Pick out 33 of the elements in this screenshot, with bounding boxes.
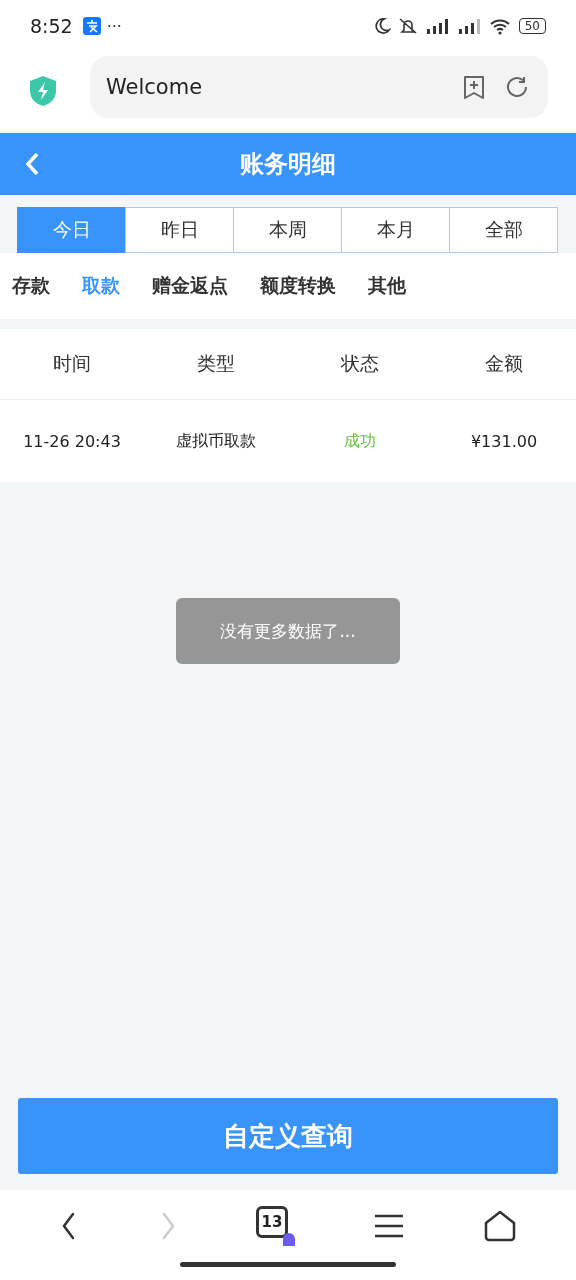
category-tab[interactable]: 赠金返点 — [152, 273, 228, 299]
status-time: 8:52 — [30, 15, 73, 37]
wifi-icon — [488, 17, 511, 35]
table-cell: 虚拟币取款 — [176, 430, 256, 452]
column-header: 金额 — [485, 351, 523, 376]
menu-icon[interactable] — [374, 1213, 405, 1239]
address-bar[interactable]: Welcome — [90, 56, 548, 118]
date-tab[interactable]: 本月 — [341, 207, 450, 253]
home-icon[interactable] — [482, 1209, 517, 1243]
category-tab[interactable]: 存款 — [12, 273, 50, 299]
app-notification-icon — [82, 17, 101, 35]
category-tab[interactable]: 额度转换 — [260, 273, 336, 299]
toast-message: 没有更多数据了... — [176, 598, 400, 664]
table-cell: 成功 — [344, 430, 376, 452]
battery-level: 50 — [518, 18, 546, 34]
table-cell: 11-26 20:43 — [23, 431, 121, 451]
column-header: 时间 — [53, 351, 91, 376]
date-tab[interactable]: 本周 — [233, 207, 342, 253]
status-more: ··· — [106, 16, 122, 36]
category-tab[interactable]: 其他 — [368, 273, 406, 299]
refresh-icon[interactable] — [504, 74, 530, 100]
signal-icon — [424, 17, 451, 35]
column-header: 类型 — [197, 351, 235, 376]
moon-icon — [372, 17, 391, 35]
table-cell: ¥131.00 — [470, 431, 538, 451]
bookmark-add-icon[interactable] — [462, 74, 486, 100]
date-tab[interactable]: 全部 — [449, 207, 558, 253]
ghost-icon — [281, 1232, 296, 1246]
page-title: 账务明细 — [240, 149, 336, 180]
date-tab[interactable]: 昨日 — [125, 207, 234, 253]
address-text: Welcome — [106, 75, 204, 99]
column-header: 状态 — [341, 351, 379, 376]
signal-icon — [456, 17, 483, 35]
